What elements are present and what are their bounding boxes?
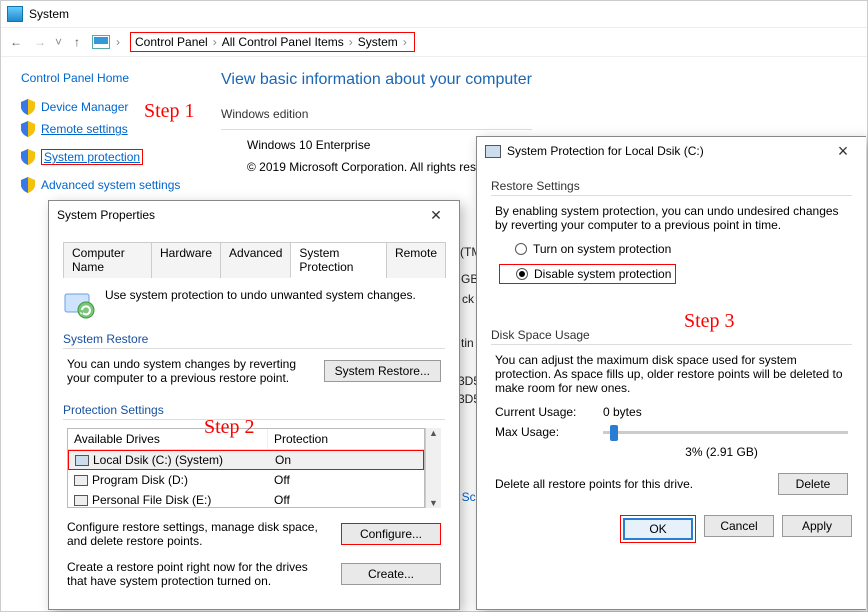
close-button[interactable]: × <box>828 141 858 162</box>
radio-disable[interactable]: Disable system protection <box>499 264 676 284</box>
chevron-right-icon: › <box>213 35 217 49</box>
tab-computer-name[interactable]: Computer Name <box>63 242 152 278</box>
breadcrumb-item[interactable]: System <box>358 35 398 49</box>
restore-settings-text: By enabling system protection, you can u… <box>495 204 848 232</box>
control-panel-home-link[interactable]: Control Panel Home <box>21 71 201 85</box>
table-row[interactable]: Personal File Disk (E:) Off <box>68 490 424 510</box>
back-button[interactable]: ← <box>7 35 25 49</box>
table-row[interactable]: Program Disk (D:) Off <box>68 470 424 490</box>
pc-icon <box>92 35 110 49</box>
sidebar-item-label: System protection <box>44 150 140 164</box>
titlebar: System <box>1 1 867 27</box>
window-title: System <box>29 7 69 21</box>
drive-protection: Off <box>268 471 424 489</box>
sidebar-item-label: Advanced system settings <box>41 178 180 192</box>
sidebar-item-system-protection[interactable]: System protection <box>41 149 143 165</box>
delete-text: Delete all restore points for this drive… <box>495 477 768 491</box>
drive-protection: Off <box>268 491 424 509</box>
tab-hardware[interactable]: Hardware <box>151 242 221 278</box>
radio-icon <box>516 268 528 280</box>
column-protection: Protection <box>268 429 424 449</box>
drives-table: Available Drives Protection Local Dsik (… <box>67 428 425 508</box>
shield-icon <box>21 121 35 137</box>
annotation-step1: Step 1 <box>144 100 195 123</box>
shield-icon <box>21 99 35 115</box>
up-button[interactable]: ↑ <box>68 35 86 49</box>
forward-button[interactable]: → <box>31 35 49 49</box>
shield-icon <box>21 149 35 165</box>
sidebar-item-label: Device Manager <box>41 100 128 114</box>
radio-label: Disable system protection <box>534 267 671 281</box>
configure-button[interactable]: Configure... <box>341 523 441 545</box>
group-protection-settings: Protection Settings <box>63 403 164 417</box>
drive-name: Personal File Disk (E:) <box>92 493 211 507</box>
restore-text: You can undo system changes by reverting… <box>67 357 314 385</box>
configure-text: Configure restore settings, manage disk … <box>67 520 331 548</box>
apply-button[interactable]: Apply <box>782 515 852 537</box>
group-disk-space-usage: Disk Space Usage <box>491 328 852 342</box>
tabs: Computer Name Hardware Advanced System P… <box>63 241 445 278</box>
breadcrumb-item[interactable]: Control Panel <box>135 35 208 49</box>
slider-value: 3% (2.91 GB) <box>595 445 848 459</box>
scroll-up-icon[interactable]: ▲ <box>429 428 438 438</box>
dialog-title: System Protection for Local Dsik (C:) <box>507 144 704 158</box>
create-button[interactable]: Create... <box>341 563 441 585</box>
table-row[interactable]: Local Dsik (C:) (System) On <box>68 450 424 470</box>
scrollbar[interactable]: ▲ ▼ <box>425 428 441 508</box>
slider-thumb[interactable] <box>610 425 618 441</box>
history-dropdown[interactable]: ˅ <box>55 35 62 49</box>
sidebar: Control Panel Home Device Manager Remote… <box>1 57 211 209</box>
fragment: ck <box>462 292 474 306</box>
max-usage-slider[interactable] <box>603 431 848 434</box>
system-properties-dialog: System Properties ✕ Computer Name Hardwa… <box>48 200 460 610</box>
page-title: View basic information about your comput… <box>221 71 532 89</box>
delete-button[interactable]: Delete <box>778 473 848 495</box>
tab-system-protection[interactable]: System Protection <box>290 242 387 278</box>
drive-protection: On <box>269 451 423 469</box>
fragment: tin <box>461 336 474 350</box>
drive-icon <box>74 475 88 486</box>
breadcrumb[interactable]: Control Panel › All Control Panel Items … <box>130 32 415 52</box>
tab-remote[interactable]: Remote <box>386 242 446 278</box>
disk-usage-text: You can adjust the maximum disk space us… <box>495 353 848 395</box>
intro-text: Use system protection to undo unwanted s… <box>105 288 416 302</box>
sidebar-item-remote-settings[interactable]: Remote settings <box>21 121 201 137</box>
navbar: ← → ˅ ↑ › Control Panel › All Control Pa… <box>1 27 867 57</box>
section-windows-edition: Windows edition <box>221 107 532 121</box>
dialog-title: System Properties <box>57 208 155 222</box>
close-button[interactable]: ✕ <box>421 207 451 224</box>
current-usage-label: Current Usage: <box>495 405 595 419</box>
sidebar-item-advanced-settings[interactable]: Advanced system settings <box>21 177 201 193</box>
system-protection-drive-dialog: System Protection for Local Dsik (C:) × … <box>476 136 866 610</box>
chevron-right-icon: › <box>403 35 407 49</box>
annotation-step2: Step 2 <box>204 416 255 439</box>
group-system-restore: System Restore <box>63 332 445 346</box>
radio-icon <box>515 243 527 255</box>
group-restore-settings: Restore Settings <box>491 179 852 193</box>
location-caret[interactable]: › <box>116 35 120 49</box>
drive-icon <box>75 455 89 466</box>
current-usage-value: 0 bytes <box>603 405 642 419</box>
create-text: Create a restore point right now for the… <box>67 560 331 588</box>
tab-advanced[interactable]: Advanced <box>220 242 291 278</box>
system-icon <box>7 6 23 22</box>
system-protection-icon <box>63 288 95 320</box>
scroll-down-icon[interactable]: ▼ <box>429 498 438 508</box>
max-usage-label: Max Usage: <box>495 425 595 439</box>
drive-icon <box>74 495 88 506</box>
radio-label: Turn on system protection <box>533 242 671 256</box>
shield-icon <box>21 177 35 193</box>
drive-name: Program Disk (D:) <box>92 473 188 487</box>
chevron-right-icon: › <box>349 35 353 49</box>
annotation-step3: Step 3 <box>684 310 735 333</box>
drive-icon <box>485 145 501 158</box>
radio-turn-on[interactable]: Turn on system protection <box>515 242 848 256</box>
cancel-button[interactable]: Cancel <box>704 515 774 537</box>
breadcrumb-item[interactable]: All Control Panel Items <box>222 35 344 49</box>
system-restore-button[interactable]: System Restore... <box>324 360 441 382</box>
ok-button[interactable]: OK <box>623 518 693 540</box>
drive-name: Local Dsik (C:) (System) <box>93 453 223 467</box>
sidebar-item-label: Remote settings <box>41 122 128 136</box>
